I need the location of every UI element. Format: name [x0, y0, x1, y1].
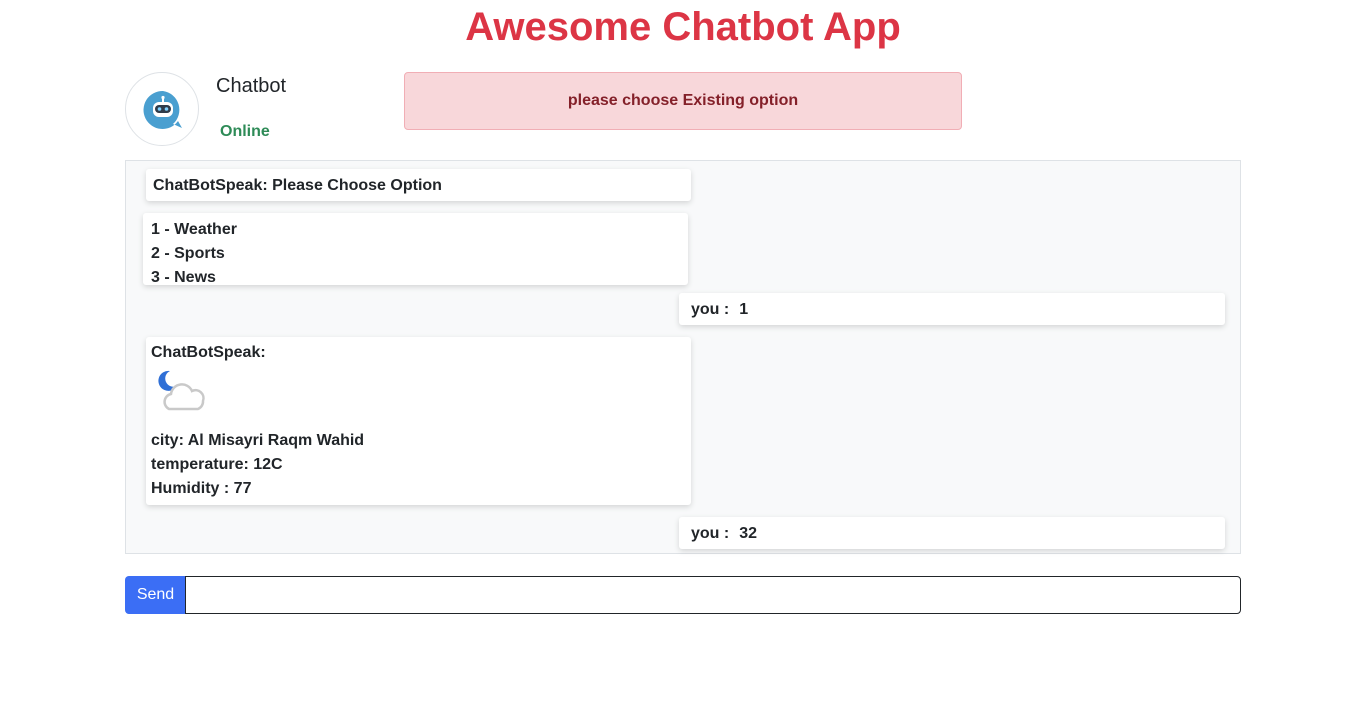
option-sports: 2 - Sports	[151, 245, 225, 262]
avatar	[125, 72, 199, 146]
robot-chat-icon	[143, 90, 182, 129]
user-prefix: you :	[691, 525, 730, 542]
bot-weather-message: ChatBotSpeak: city: Al Misayri Raqm Wahi…	[146, 337, 691, 505]
message-input[interactable]	[185, 576, 1241, 614]
user-message-text: 1	[739, 301, 749, 318]
user-prefix: you :	[691, 301, 730, 318]
weather-city: city: Al Misayri Raqm Wahid	[151, 432, 365, 449]
send-button[interactable]: Send	[125, 576, 186, 614]
message-header: ChatBotSpeak:	[151, 344, 266, 361]
weather-humidity: Humidity : 77	[151, 480, 252, 497]
bot-status: Online	[220, 123, 270, 140]
user-message: you : 32	[679, 517, 1225, 549]
app-title: Awesome Chatbot App	[465, 5, 901, 49]
weather-temperature: temperature: 12C	[151, 456, 283, 473]
chat-panel[interactable]: ChatBotSpeak: Please Choose Option 1 - W…	[125, 160, 1241, 554]
bot-name: Chatbot	[216, 75, 287, 97]
option-weather: 1 - Weather	[151, 221, 237, 238]
user-message: you : 1	[679, 293, 1225, 325]
option-news: 3 - News	[151, 269, 216, 286]
bot-options-message: 1 - Weather 2 - Sports 3 - News	[143, 213, 688, 286]
bot-greeting-message: ChatBotSpeak: Please Choose Option	[146, 169, 691, 201]
user-message-text: 32	[739, 525, 758, 542]
alert-message: please choose Existing option	[404, 72, 962, 130]
message-text: ChatBotSpeak: Please Choose Option	[153, 177, 442, 194]
night-cloudy-icon	[158, 370, 205, 411]
